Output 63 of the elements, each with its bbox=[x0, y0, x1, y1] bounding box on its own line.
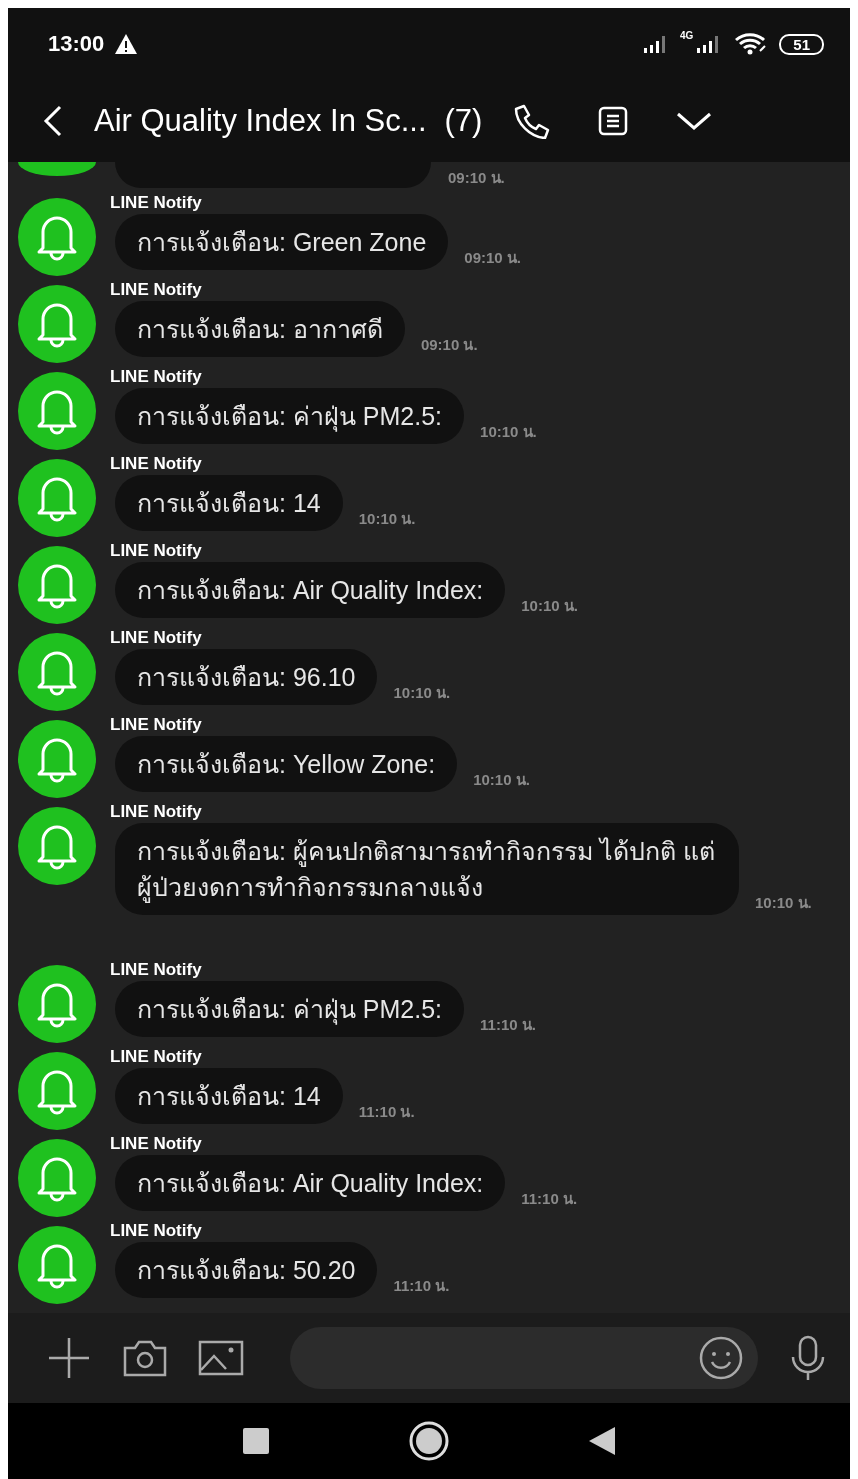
message-bubble: การแจ้งเตือน: อากาศดี bbox=[115, 301, 405, 357]
message-bubble: การแจ้งเตือน: Air Quality Index: bbox=[115, 562, 506, 618]
sender-name: LINE Notify bbox=[110, 1220, 203, 1242]
message-time: 11:10 น. bbox=[480, 1015, 536, 1035]
network-type: 4G bbox=[679, 30, 694, 41]
chat-title: Air Quality Index In Sc... bbox=[94, 103, 427, 139]
message-time: 10:10 น. bbox=[480, 422, 537, 442]
bell-avatar-icon[interactable] bbox=[18, 1139, 96, 1217]
message-time: 10:10 น. bbox=[393, 683, 451, 703]
bell-avatar-icon[interactable] bbox=[18, 1226, 96, 1304]
sender-name: LINE Notify bbox=[110, 714, 203, 736]
bell-avatar-icon[interactable] bbox=[18, 285, 96, 363]
message-bubble: การแจ้งเตือน: Yellow Zone: bbox=[115, 736, 458, 792]
sender-name: LINE Notify bbox=[110, 801, 203, 823]
message-time: 11:10 น. bbox=[358, 1102, 415, 1122]
message-bubble: การแจ้งเตือน: 96.10 bbox=[115, 649, 378, 705]
sender-name: LINE Notify bbox=[110, 366, 203, 388]
message-bubble: การแจ้งเตือน: Air Quality Index: bbox=[115, 1155, 506, 1211]
message-time: 10:10 น. bbox=[473, 770, 530, 790]
home-icon[interactable] bbox=[409, 1421, 449, 1461]
message-time: 10:10 น. bbox=[521, 596, 578, 616]
message-bubble: การแจ้งเตือน: ค่าฝุ่น PM2.5: bbox=[115, 981, 465, 1037]
message-bubble: การแจ้งเตือน: ผู้คนปกติสามารถทำกิจกรรม ได้ปกติ แต่ ผู้ป่วยงดการทำกิจกรรมกลางแจ้ง bbox=[115, 823, 739, 915]
image-icon[interactable] bbox=[198, 1340, 244, 1376]
message-time: 10:10 น. bbox=[755, 893, 812, 913]
bell-avatar-icon[interactable] bbox=[18, 807, 96, 885]
sender-name: LINE Notify bbox=[110, 627, 203, 649]
sender-name: LINE Notify bbox=[110, 453, 203, 475]
sender-name: LINE Notify bbox=[110, 959, 203, 981]
member-count: (7) bbox=[444, 103, 483, 139]
message-time: 09:10 น. bbox=[448, 168, 505, 188]
message-bubble: การแจ้งเตือน: 50.20 bbox=[115, 1242, 378, 1298]
sender-name: LINE Notify bbox=[110, 192, 203, 214]
bell-avatar-icon[interactable] bbox=[18, 1052, 96, 1130]
battery-indicator: 51 bbox=[779, 33, 824, 55]
bell-avatar-icon[interactable] bbox=[18, 546, 96, 624]
message-bubble: การแจ้งเตือน: ค่าฝุ่น PM2.5: bbox=[115, 388, 465, 444]
chevron-down-icon[interactable] bbox=[676, 111, 713, 131]
message-time: 09:10 น. bbox=[464, 248, 521, 268]
bell-avatar-icon[interactable] bbox=[18, 198, 96, 276]
message-bubble: การแจ้งเตือน: 14 bbox=[115, 475, 343, 531]
message-time: 11:10 น. bbox=[393, 1276, 450, 1296]
sender-name: LINE Notify bbox=[110, 1133, 203, 1155]
sender-name: LINE Notify bbox=[110, 1046, 203, 1068]
emoji-icon[interactable] bbox=[698, 1335, 744, 1381]
sender-name: LINE Notify bbox=[110, 279, 203, 301]
status-time: 13:00 bbox=[48, 31, 105, 57]
bell-avatar-icon[interactable] bbox=[18, 965, 96, 1043]
back-icon[interactable] bbox=[589, 1427, 615, 1455]
bell-avatar-icon[interactable] bbox=[18, 720, 96, 798]
message-time: 11:10 น. bbox=[521, 1189, 578, 1209]
bell-avatar-icon[interactable] bbox=[18, 459, 96, 537]
message-time: 10:10 น. bbox=[358, 509, 416, 529]
message-bubble: การแจ้งเตือน: 14 bbox=[115, 1068, 343, 1124]
sender-name: LINE Notify bbox=[110, 540, 203, 562]
plus-icon[interactable] bbox=[46, 1335, 92, 1381]
bell-avatar-icon[interactable] bbox=[18, 633, 96, 711]
warning-icon bbox=[114, 33, 139, 55]
message-bubble: การแจ้งเตือน: Green Zone bbox=[115, 214, 449, 270]
notes-icon[interactable] bbox=[598, 106, 629, 136]
bell-avatar-icon[interactable] bbox=[18, 372, 96, 450]
message-time: 09:10 น. bbox=[420, 335, 478, 355]
camera-icon[interactable] bbox=[122, 1338, 168, 1378]
